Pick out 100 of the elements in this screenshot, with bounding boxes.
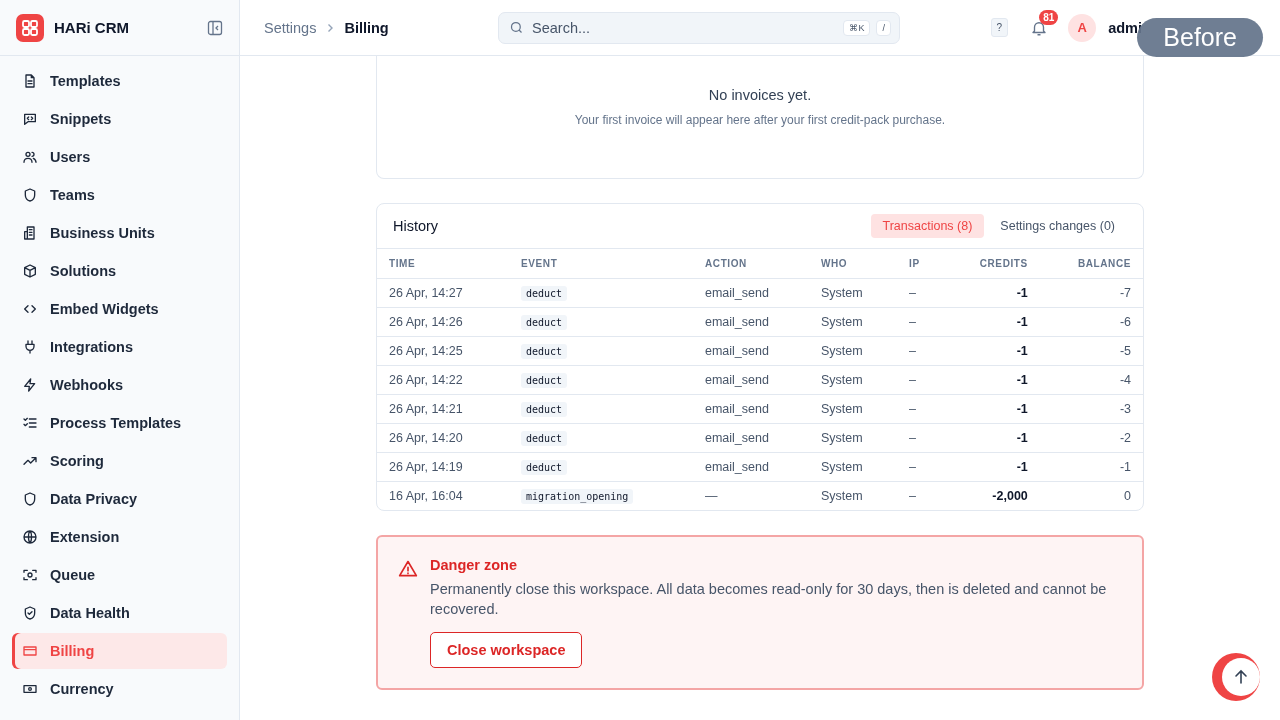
sidebar-toggle-icon[interactable] bbox=[207, 19, 223, 36]
sidebar-item[interactable]: Process Templates bbox=[12, 405, 227, 441]
sidebar-item[interactable]: Embed Widgets bbox=[12, 291, 227, 327]
notification-badge: 81 bbox=[1039, 9, 1059, 25]
column-header: ACTION bbox=[693, 249, 809, 279]
column-header: TIME bbox=[377, 249, 509, 279]
table-cell: -3 bbox=[1119, 402, 1131, 416]
table-cell: System bbox=[821, 489, 863, 503]
column-header: IP bbox=[897, 249, 944, 279]
table-cell: email_send bbox=[705, 431, 769, 445]
shield-check-icon bbox=[22, 605, 38, 621]
empty-state-text: Your first invoice will appear here after your first credit-pack purchase. bbox=[573, 113, 947, 127]
table-cell: email_send bbox=[705, 344, 769, 358]
table-cell: -6 bbox=[1119, 315, 1131, 329]
users-icon bbox=[22, 149, 38, 165]
card-title: History bbox=[393, 218, 440, 234]
table-cell: -1 bbox=[1016, 431, 1028, 445]
search-field[interactable]: Search... ⌘K / bbox=[498, 11, 900, 44]
sidebar-item[interactable]: Data Health bbox=[12, 595, 227, 631]
event-tag: deduct bbox=[521, 315, 568, 330]
table-cell: – bbox=[909, 402, 916, 416]
table-cell: email_send bbox=[705, 286, 769, 300]
message-code-icon bbox=[22, 111, 38, 127]
table-cell: 26 Apr, 14:25 bbox=[389, 344, 463, 358]
sidebar-item[interactable]: Currency bbox=[12, 671, 227, 707]
table-cell: -1 bbox=[1016, 344, 1028, 358]
close-workspace-button[interactable]: Close workspace bbox=[430, 631, 583, 668]
sidebar-item[interactable]: Templates bbox=[12, 63, 227, 99]
sidebar-item[interactable]: Extension bbox=[12, 519, 227, 555]
table-cell: -1 bbox=[1119, 460, 1131, 474]
table-cell: – bbox=[909, 344, 916, 358]
table-cell: email_send bbox=[705, 315, 769, 329]
table-cell: -1 bbox=[1016, 402, 1028, 416]
empty-state-title: No invoices yet. bbox=[707, 87, 813, 103]
table-cell: – bbox=[909, 431, 916, 445]
building-icon bbox=[22, 225, 38, 241]
search-input[interactable]: Search... bbox=[530, 18, 838, 37]
credit-card-icon bbox=[22, 643, 38, 659]
sidebar-item[interactable]: Solutions bbox=[12, 253, 227, 289]
table-cell: -1 bbox=[1016, 460, 1028, 474]
event-tag: deduct bbox=[521, 373, 568, 388]
sidebar-item[interactable]: Integrations bbox=[12, 329, 227, 365]
sidebar-item[interactable]: Business Units bbox=[12, 215, 227, 251]
warning-icon bbox=[398, 559, 418, 579]
sidebar-item[interactable]: Users bbox=[12, 139, 227, 175]
tab[interactable]: Settings changes (0) bbox=[988, 214, 1127, 238]
shield-icon bbox=[22, 491, 38, 507]
table-cell: -1 bbox=[1016, 315, 1028, 329]
breadcrumb-link[interactable]: Settings bbox=[264, 19, 317, 36]
table-cell: -1 bbox=[1016, 373, 1028, 387]
column-header: BALANCE bbox=[1039, 249, 1143, 279]
app-logo-icon bbox=[16, 13, 44, 42]
event-tag: migration_opening bbox=[521, 489, 634, 504]
column-header: WHO bbox=[809, 249, 897, 279]
zap-icon bbox=[22, 377, 38, 393]
file-icon bbox=[22, 73, 38, 89]
scan-icon bbox=[22, 567, 38, 583]
table-cell: -2,000 bbox=[992, 489, 1028, 503]
table-cell: 26 Apr, 14:27 bbox=[389, 286, 463, 300]
breadcrumb-current: Billing bbox=[344, 19, 389, 36]
plug-icon bbox=[22, 339, 38, 355]
table-cell: 26 Apr, 14:22 bbox=[389, 373, 463, 387]
sidebar-item[interactable]: Queue bbox=[12, 557, 227, 593]
table-cell: email_send bbox=[705, 460, 769, 474]
table-cell: -2 bbox=[1119, 431, 1131, 445]
event-tag: deduct bbox=[521, 402, 568, 417]
table-cell: – bbox=[909, 460, 916, 474]
table-cell: 16 Apr, 16:04 bbox=[389, 489, 463, 503]
table-cell: -7 bbox=[1119, 286, 1131, 300]
search-icon bbox=[509, 20, 524, 35]
table-cell: 0 bbox=[1124, 489, 1131, 503]
table-cell: 26 Apr, 14:21 bbox=[389, 402, 463, 416]
table-cell: System bbox=[821, 402, 863, 416]
table-cell: – bbox=[909, 286, 916, 300]
globe-icon bbox=[22, 529, 38, 545]
table-cell: 26 Apr, 14:26 bbox=[389, 315, 463, 329]
sidebar-item[interactable]: Data Privacy bbox=[12, 481, 227, 517]
table-cell: 26 Apr, 14:20 bbox=[389, 431, 463, 445]
sidebar-item[interactable]: Webhooks bbox=[12, 367, 227, 403]
table-cell: -1 bbox=[1016, 286, 1028, 300]
event-tag: deduct bbox=[521, 431, 568, 446]
keyboard-key: / bbox=[876, 19, 891, 36]
sidebar-item[interactable]: Scoring bbox=[12, 443, 227, 479]
danger-zone-title: Danger zone bbox=[430, 557, 518, 573]
event-tag: deduct bbox=[521, 460, 568, 475]
event-tag: deduct bbox=[521, 286, 568, 301]
scroll-to-top-button[interactable] bbox=[1211, 652, 1261, 702]
table-cell: — bbox=[705, 489, 718, 503]
table-cell: email_send bbox=[705, 373, 769, 387]
column-header: CREDITS bbox=[943, 249, 1040, 279]
table-cell: -4 bbox=[1119, 373, 1131, 387]
table-cell: System bbox=[821, 344, 863, 358]
sidebar-item[interactable]: Teams bbox=[12, 177, 227, 213]
table-cell: System bbox=[821, 431, 863, 445]
event-tag: deduct bbox=[521, 344, 568, 359]
sidebar-item[interactable]: Snippets bbox=[12, 101, 227, 137]
list-check-icon bbox=[22, 415, 38, 431]
table-cell: email_send bbox=[705, 402, 769, 416]
help-button[interactable]: ? bbox=[990, 18, 1009, 37]
table-cell: System bbox=[821, 373, 863, 387]
